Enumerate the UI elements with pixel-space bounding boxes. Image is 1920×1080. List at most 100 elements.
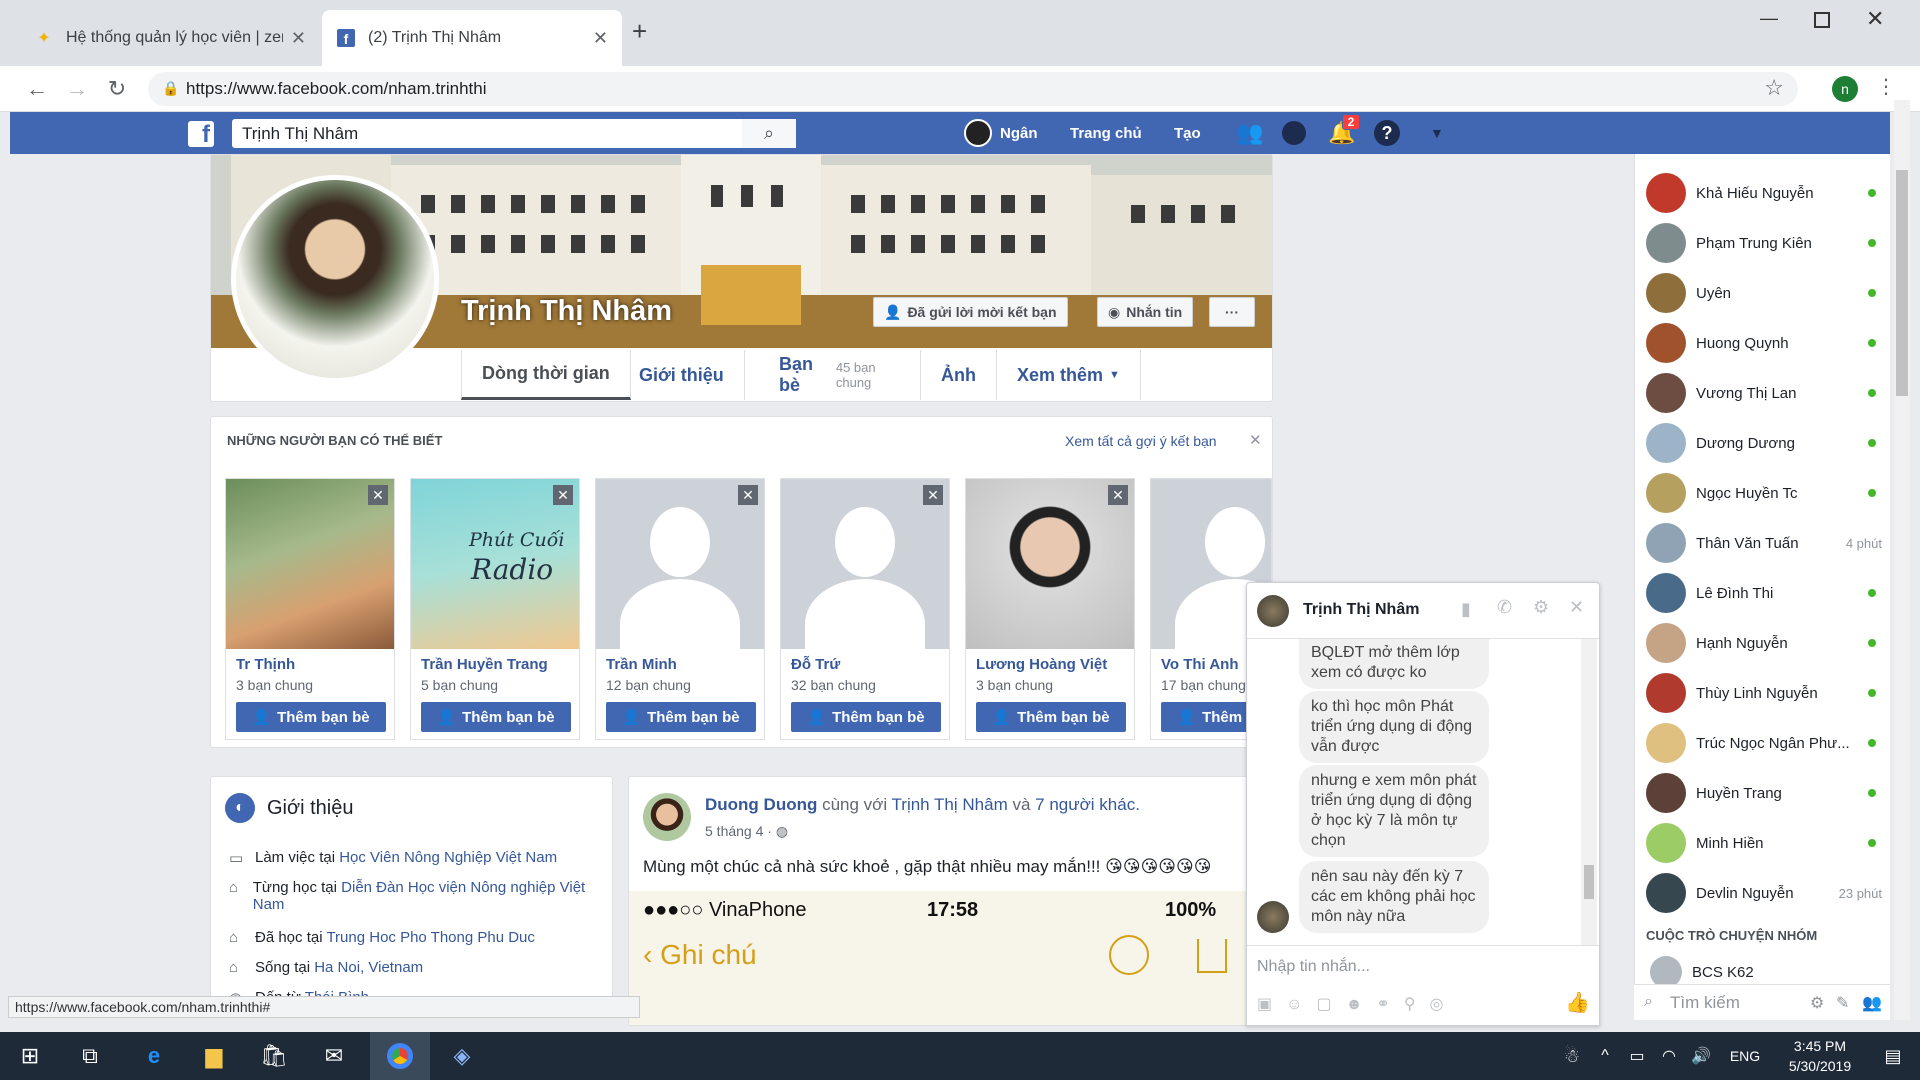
close-icon[interactable]: ✕ [1569, 597, 1584, 618]
profile-avatar[interactable]: n [1832, 76, 1858, 102]
menu-icon[interactable]: ⋮ [1876, 74, 1896, 99]
close-icon[interactable]: ✕ [368, 485, 388, 505]
suggestion-name[interactable]: Tr Thịnh [236, 656, 295, 673]
wifi-icon[interactable]: ◠ [1654, 1032, 1684, 1080]
contact-item[interactable]: Thùy Linh Nguyễn [1642, 668, 1890, 718]
app-cube-icon[interactable]: ◈ [432, 1032, 492, 1080]
contact-item[interactable]: Vương Thị Lan [1642, 368, 1890, 418]
chrome-icon[interactable] [370, 1032, 430, 1080]
back-icon[interactable]: ← [22, 74, 52, 104]
intro-link[interactable]: Ha Noi, Vietnam [314, 959, 423, 976]
store-icon[interactable]: 🛍 [244, 1032, 304, 1080]
add-friend-button[interactable]: 👤 Thêm bạn bè [421, 702, 571, 732]
tab-friends[interactable]: Bạn bè 45 bạn chung [759, 350, 921, 400]
contact-item[interactable]: Minh Hiền [1642, 818, 1890, 868]
compose-icon[interactable]: ✎ [1836, 993, 1849, 1013]
contact-item[interactable]: Dương Dương [1642, 418, 1890, 468]
task-view-icon[interactable]: ⧉ [60, 1032, 120, 1080]
message-input[interactable]: Nhập tin nhắn... [1257, 958, 1370, 976]
home-link[interactable]: Trang chủ [1070, 112, 1142, 154]
contact-item[interactable]: Hạnh Nguyễn [1642, 618, 1890, 668]
post-tagged[interactable]: Trịnh Thị Nhâm [892, 795, 1008, 814]
profile-picture[interactable] [231, 175, 439, 383]
edge-icon[interactable]: e [124, 1032, 184, 1080]
video-call-icon[interactable]: ▮ [1461, 599, 1471, 620]
close-icon[interactable]: ✕ [1249, 431, 1262, 449]
friend-requests-icon[interactable]: 👥 [1236, 112, 1263, 154]
contact-item[interactable]: Lê Đình Thi [1642, 568, 1890, 618]
suggestion-name[interactable]: Trần Huyền Trang [421, 656, 548, 673]
account-menu-icon[interactable]: ▼ [1430, 112, 1444, 154]
post-author-avatar[interactable] [643, 793, 691, 841]
close-icon[interactable]: ✕ [593, 28, 608, 49]
contact-item[interactable]: Ngọc Huyền Tc [1642, 468, 1890, 518]
tab-facebook[interactable]: f (2) Trịnh Thị Nhâm ✕ [322, 10, 622, 66]
windows-start-icon[interactable]: ⊞ [0, 1032, 60, 1080]
mail-icon[interactable]: ✉ [304, 1032, 364, 1080]
contact-item[interactable]: Khả Hiếu Nguyễn [1642, 168, 1890, 218]
people-icon[interactable]: 👥 [1862, 993, 1882, 1013]
address-bar[interactable]: 🔒 https://www.facebook.com/nham.trinhthi… [148, 72, 1798, 106]
facebook-logo[interactable]: f [188, 121, 214, 147]
help-icon[interactable]: ? [1374, 112, 1400, 154]
add-friend-button[interactable]: 👤 Thêm bạn bè [976, 702, 1126, 732]
contact-item[interactable]: Thân Văn Tuấn 4 phút [1642, 518, 1890, 568]
page-scrollbar-thumb[interactable] [1896, 170, 1908, 396]
intro-link[interactable]: Học Viên Nông Nghiệp Việt Nam [339, 849, 557, 866]
message-button[interactable]: ◉ Nhắn tin [1097, 297, 1194, 327]
maximize-icon[interactable] [1814, 12, 1830, 28]
chat-title[interactable]: Trịnh Thị Nhâm [1303, 601, 1419, 619]
intro-link[interactable]: Trung Hoc Pho Thong Phu Duc [326, 929, 534, 946]
post-time[interactable]: 5 tháng 4 [705, 823, 763, 839]
search-input[interactable]: Trịnh Thị Nhâm ⌕ [232, 119, 796, 148]
action-center-icon[interactable]: ▤ [1870, 1032, 1916, 1080]
add-friend-button[interactable]: 👤 Thêm bạn bè [791, 702, 941, 732]
messenger-icon[interactable] [1282, 112, 1306, 154]
minimize-icon[interactable]: — [1760, 8, 1778, 29]
suggestion-name[interactable]: Đỗ Trứ [791, 656, 840, 673]
contact-item[interactable]: Huyền Trang [1642, 768, 1890, 818]
friend-request-sent-button[interactable]: 👤 Đã gửi lời mời kết bạn [873, 297, 1068, 327]
composer-tools[interactable]: ▣☺▢☻⚭⚲◎ [1257, 994, 1458, 1014]
forward-icon[interactable]: → [62, 74, 92, 104]
tab-photos[interactable]: Ảnh [921, 350, 997, 400]
suggestion-name[interactable]: Trần Minh [606, 656, 677, 673]
phone-icon[interactable]: ✆ [1497, 597, 1512, 618]
close-window-icon[interactable]: ✕ [1866, 6, 1884, 32]
language-indicator[interactable]: ENG [1720, 1032, 1770, 1080]
create-link[interactable]: Tạo [1174, 112, 1201, 154]
post-image[interactable]: ●●●○○ VinaPhone 17:58 100% ‹ Ghi chú [629, 891, 1272, 1025]
star-icon[interactable]: ☆ [1764, 75, 1784, 101]
gear-icon[interactable]: ⚙ [1533, 597, 1549, 618]
close-icon[interactable]: ✕ [738, 485, 758, 505]
contact-item[interactable]: Uyên [1642, 268, 1890, 318]
scrollbar-thumb[interactable] [1584, 865, 1594, 899]
contact-item[interactable]: Devlin Nguyễn 23 phút [1642, 868, 1890, 918]
sidebar-search[interactable]: ⌕ Tìm kiếm ⚙ ✎ 👥 [1634, 984, 1890, 1020]
see-all-suggestions-link[interactable]: Xem tất cả gợi ý kết bạn [1065, 433, 1217, 449]
new-tab-icon[interactable]: + [632, 16, 647, 47]
file-explorer-icon[interactable]: ▆ [184, 1032, 244, 1080]
suggestion-name[interactable]: Lương Hoàng Việt [976, 656, 1107, 673]
more-options-button[interactable]: ··· [1209, 297, 1255, 327]
post-others[interactable]: 7 người khác. [1035, 795, 1140, 814]
contact-item[interactable]: Huong Quynh [1642, 318, 1890, 368]
scrollbar[interactable] [1581, 639, 1597, 945]
add-friend-button[interactable]: 👤 Thêm bạn bè [606, 702, 756, 732]
tab-timeline[interactable]: Dòng thời gian [461, 350, 631, 400]
tab-more[interactable]: Xem thêm ▼ [997, 350, 1141, 400]
close-icon[interactable]: ✕ [553, 485, 573, 505]
contact-item[interactable]: Phạm Trung Kiên [1642, 218, 1890, 268]
tab-zent[interactable]: ✦ Hệ thống quản lý học viên | zent ✕ [20, 10, 320, 66]
contact-item[interactable]: Trúc Ngọc Ngân Phư... [1642, 718, 1890, 768]
close-icon[interactable]: ✕ [1108, 485, 1128, 505]
chat-messages[interactable]: BQLĐT mở thêm lớp xem có được ko ko thì … [1247, 639, 1599, 945]
tab-about[interactable]: Giới thiệu [619, 350, 745, 400]
close-icon[interactable]: ✕ [291, 28, 306, 49]
gear-icon[interactable]: ⚙ [1810, 993, 1824, 1013]
close-icon[interactable]: ✕ [923, 485, 943, 505]
search-icon[interactable]: ⌕ [742, 119, 796, 148]
page-scrollbar[interactable] [1894, 100, 1910, 1020]
user-profile-link[interactable]: Ngân [964, 112, 1038, 154]
chat-header[interactable]: Trịnh Thị Nhâm ▮ ✆ ⚙ ✕ [1247, 583, 1599, 639]
